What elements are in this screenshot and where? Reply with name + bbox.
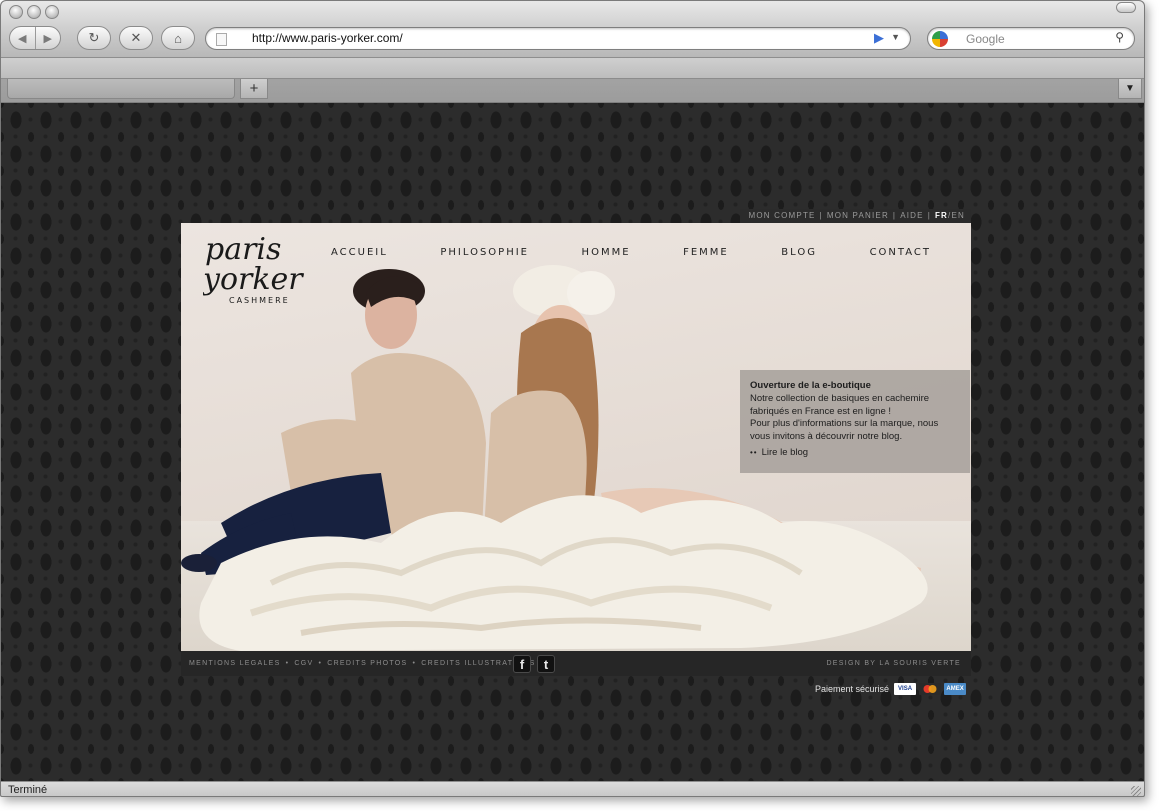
nav-blog[interactable]: BLOG <box>781 247 817 258</box>
nav-contact[interactable]: CONTACT <box>870 247 931 258</box>
announcement-line: fabriqués en France est en ligne ! <box>750 405 892 417</box>
reload-icon[interactable]: ↻ <box>77 26 111 50</box>
help-link[interactable]: AIDE <box>900 211 923 220</box>
nav-accueil[interactable]: ACCUEIL <box>331 247 388 258</box>
link-bullet: •• <box>750 447 758 457</box>
minimize-window-icon[interactable] <box>27 5 41 19</box>
cgv-link[interactable]: CGV <box>294 660 313 667</box>
photo-credits-link[interactable]: CREDITS PHOTOS <box>327 660 407 667</box>
browser-toolbar: ◀ ▶ ↻ ✕ ⌂ http://www.paris-yorker.com/ ▶… <box>1 1 1144 58</box>
zoom-window-icon[interactable] <box>45 5 59 19</box>
design-credit-link[interactable]: DESIGN BY LA SOURIS VERTE <box>826 660 961 667</box>
address-bar[interactable]: http://www.paris-yorker.com/ ▶ ▼ <box>205 27 911 50</box>
page-icon <box>216 33 227 46</box>
utility-bar: MON COMPTE | MON PANIER | AIDE | FR/EN <box>740 209 971 223</box>
site-container: MON COMPTE | MON PANIER | AIDE | FR/EN p… <box>181 209 971 695</box>
page-viewport: MON COMPTE | MON PANIER | AIDE | FR/EN p… <box>1 103 1144 781</box>
twitter-icon[interactable]: t <box>537 655 555 673</box>
footer-separator: • <box>318 660 323 667</box>
svg-text:CASHMERE: CASHMERE <box>229 296 290 305</box>
nav-philosophie[interactable]: PHILOSOPHIE <box>440 247 529 258</box>
read-blog-link[interactable]: •• Lire le blog <box>750 447 960 460</box>
google-icon[interactable] <box>932 31 948 47</box>
site-footer: MENTIONS LEGALES • CGV • CREDITS PHOTOS • CRED… <box>181 651 971 676</box>
mastercard-icon <box>919 683 942 695</box>
stop-icon[interactable]: ✕ <box>119 26 153 50</box>
tab-list-icon[interactable]: ▼ <box>1118 79 1142 99</box>
nav-homme[interactable]: HOMME <box>582 247 631 258</box>
read-blog-label[interactable]: Lire le blog <box>762 447 808 458</box>
magnifier-icon[interactable]: ⚲ <box>1115 30 1124 44</box>
go-arrow-icon[interactable]: ▶ <box>874 30 884 46</box>
status-text: Terminé <box>8 784 48 796</box>
main-nav: ACCUEIL PHILOSOPHIE HOMME FEMME BLOG CON… <box>331 247 931 258</box>
resize-grip-icon[interactable] <box>1131 786 1141 796</box>
amex-card-icon: AMEX <box>944 683 967 695</box>
status-bar: Terminé <box>1 781 1144 796</box>
paris-yorker-logo[interactable]: paris yorker CASHMERE <box>203 231 323 311</box>
announcement-line: Pour plus d'informations sur la marque, … <box>750 418 939 430</box>
legal-notice-link[interactable]: MENTIONS LEGALES <box>189 660 281 667</box>
tab-current[interactable] <box>7 79 235 99</box>
footer-separator: • <box>412 660 417 667</box>
home-icon[interactable]: ⌂ <box>161 26 195 50</box>
my-cart-link[interactable]: MON PANIER <box>827 211 889 220</box>
hero-banner: paris yorker CASHMERE ACCUEIL PHILOSOPHI… <box>181 223 971 651</box>
url-text[interactable]: http://www.paris-yorker.com/ <box>252 31 403 45</box>
secure-payment: Paiement sécurisé VISA AMEX <box>815 683 967 695</box>
search-field[interactable]: Google ⚲ <box>927 27 1135 50</box>
close-window-icon[interactable] <box>9 5 23 19</box>
search-placeholder[interactable]: Google <box>966 32 1005 46</box>
footer-separator: • <box>285 660 290 667</box>
toolbar-toggle-icon[interactable] <box>1116 2 1136 13</box>
announcement-line: Notre collection de basiques en cachemir… <box>750 392 930 404</box>
history-dropdown-icon[interactable]: ▼ <box>891 32 900 42</box>
secure-payment-label: Paiement sécurisé <box>815 684 890 694</box>
lang-fr-link[interactable]: FR <box>935 211 948 220</box>
lang-en-link[interactable]: EN <box>951 211 965 220</box>
footer-links: MENTIONS LEGALES • CGV • CREDITS PHOTOS • CRED… <box>189 660 536 667</box>
back-arrow-icon[interactable]: ◀ <box>10 27 35 49</box>
announcement-box: Ouverture de la e-boutique Notre collect… <box>740 370 970 473</box>
announcement-title: Ouverture de la e-boutique <box>750 380 871 391</box>
back-forward-group: ◀ ▶ <box>9 26 61 50</box>
facebook-icon[interactable]: f <box>513 655 531 673</box>
browser-window: ◀ ▶ ↻ ✕ ⌂ http://www.paris-yorker.com/ ▶… <box>0 0 1145 797</box>
tab-bar: + ▼ <box>1 58 1144 103</box>
bookmarks-bar <box>1 58 1144 79</box>
announcement-line: vous invitons à découvrir notre blog. <box>750 431 903 443</box>
forward-arrow-icon[interactable]: ▶ <box>34 27 61 49</box>
visa-card-icon: VISA <box>894 683 917 695</box>
my-account-link[interactable]: MON COMPTE <box>748 211 815 220</box>
svg-text:yorker: yorker <box>203 262 304 297</box>
nav-femme[interactable]: FEMME <box>683 247 729 258</box>
new-tab-button[interactable]: + <box>240 79 268 99</box>
